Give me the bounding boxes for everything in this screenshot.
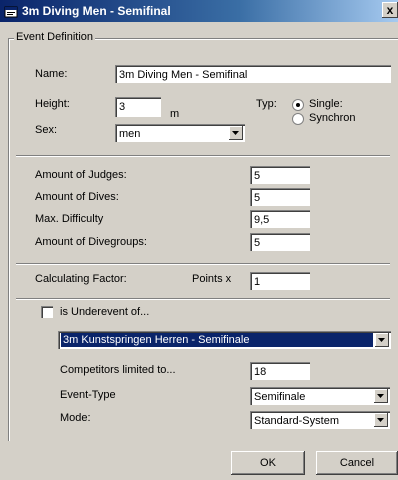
sex-value: men xyxy=(119,128,141,140)
difficulty-field[interactable]: 9,5 xyxy=(250,210,310,228)
event-type-value: Semifinale xyxy=(254,391,306,403)
dives-field[interactable]: 5 xyxy=(250,188,310,206)
typ-label: Typ: xyxy=(256,98,277,110)
divegroups-field[interactable]: 5 xyxy=(250,233,310,251)
ok-button[interactable]: OK xyxy=(231,451,305,475)
event-type-label: Event-Type xyxy=(60,389,116,401)
chevron-down-icon[interactable] xyxy=(374,389,388,403)
chevron-down-icon[interactable] xyxy=(374,413,388,427)
competitors-field[interactable]: 18 xyxy=(250,362,310,380)
mode-label: Mode: xyxy=(60,412,91,424)
underevent-select[interactable]: 3m Kunstspringen Herren - Semifinale xyxy=(58,331,391,349)
factor-label: Calculating Factor: xyxy=(35,273,127,285)
title-bar[interactable]: 3m Diving Men - Semifinal x xyxy=(0,0,398,22)
app-icon xyxy=(4,4,18,18)
separator xyxy=(16,155,390,157)
cancel-button[interactable]: Cancel xyxy=(316,451,398,475)
chevron-down-icon[interactable] xyxy=(229,126,243,140)
mode-value: Standard-System xyxy=(254,415,339,427)
chevron-down-icon[interactable] xyxy=(375,333,389,347)
underevent-checkbox[interactable] xyxy=(41,306,53,318)
height-unit: m xyxy=(170,108,180,120)
radio-synchron[interactable] xyxy=(292,113,304,125)
group-label: Event Definition xyxy=(14,31,96,43)
judges-label: Amount of Judges: xyxy=(35,169,127,181)
window-title: 3m Diving Men - Semifinal xyxy=(22,4,171,18)
separator xyxy=(16,298,390,300)
factor-field[interactable]: 1 xyxy=(250,272,310,290)
radio-single-label: Single: xyxy=(309,98,343,110)
sex-label: Sex: xyxy=(35,124,58,136)
points-label: Points x xyxy=(192,273,232,285)
height-field[interactable]: 3 xyxy=(115,97,161,117)
radio-single[interactable] xyxy=(292,99,304,111)
judges-field[interactable]: 5 xyxy=(250,166,310,184)
close-button[interactable]: x xyxy=(382,2,398,18)
separator xyxy=(16,263,390,265)
name-label: Name: xyxy=(35,68,68,80)
mode-select[interactable]: Standard-System xyxy=(250,411,390,429)
divegroups-label: Amount of Divegroups: xyxy=(35,236,147,248)
difficulty-label: Max. Difficulty xyxy=(35,213,104,225)
underevent-label: is Underevent of... xyxy=(60,306,150,318)
competitors-label: Competitors limited to... xyxy=(60,364,176,376)
dives-label: Amount of Dives: xyxy=(35,191,119,203)
height-label: Height: xyxy=(35,98,70,110)
underevent-value: 3m Kunstspringen Herren - Semifinale xyxy=(61,333,373,347)
event-type-select[interactable]: Semifinale xyxy=(250,387,390,405)
name-field[interactable]: 3m Diving Men - Semifinal xyxy=(115,65,391,83)
sex-select[interactable]: men xyxy=(115,124,245,142)
event-dialog-window: 3m Diving Men - Semifinal x Event Defini… xyxy=(0,0,398,480)
radio-synchron-label: Synchron xyxy=(309,112,356,124)
